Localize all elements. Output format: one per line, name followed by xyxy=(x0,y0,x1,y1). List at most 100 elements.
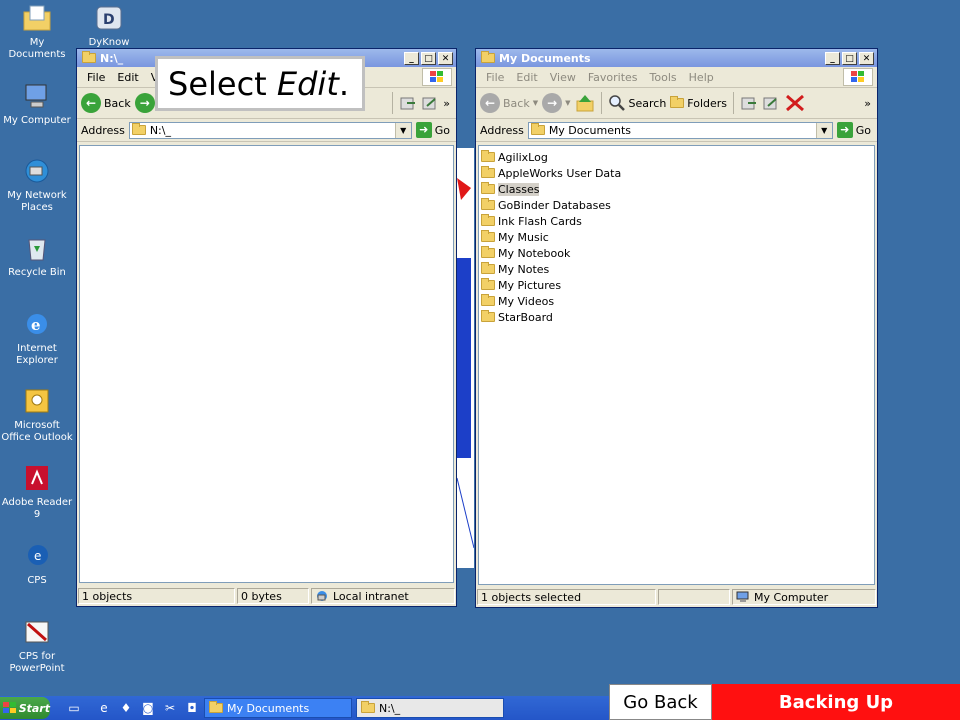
quicklaunch-outlook-icon[interactable]: ◘ xyxy=(184,700,200,716)
folder-icon xyxy=(481,294,495,306)
menu-file[interactable]: File xyxy=(81,71,111,84)
copy-to-button[interactable] xyxy=(421,94,439,112)
menu-edit[interactable]: Edit xyxy=(510,71,543,84)
folder-item[interactable]: Ink Flash Cards xyxy=(479,213,874,229)
folder-icon xyxy=(131,123,146,135)
instruction-callout: Select Edit . xyxy=(155,56,365,111)
menu-edit[interactable]: Edit xyxy=(111,71,144,84)
toolbar-separator xyxy=(733,92,735,114)
menu-help[interactable]: Help xyxy=(683,71,720,84)
file-list-pane[interactable]: AgilixLog AppleWorks User Data Classes G… xyxy=(478,145,875,585)
outlook-icon xyxy=(21,385,53,417)
folder-item[interactable]: My Pictures xyxy=(479,277,874,293)
close-button[interactable]: ✕ xyxy=(859,51,874,65)
folders-icon xyxy=(670,96,685,108)
back-button[interactable]: ← Back xyxy=(81,93,131,113)
move-to-button[interactable] xyxy=(399,94,417,112)
dyknow-icon: D xyxy=(93,2,125,34)
svg-text:e: e xyxy=(34,549,41,563)
go-button[interactable]: ➜ Go xyxy=(836,122,877,138)
minimize-button[interactable]: _ xyxy=(404,51,419,65)
folder-item[interactable]: GoBinder Databases xyxy=(479,197,874,213)
explorer-window-n-drive: N:\_ _ □ ✕ File Edit V ← Back → » Addres… xyxy=(76,48,457,607)
desktop-icon-cps[interactable]: e CPS xyxy=(0,540,74,587)
folders-button[interactable]: Folders xyxy=(670,96,728,110)
task-n-drive[interactable]: N:\_ xyxy=(356,698,504,718)
back-button[interactable]: ← Back ▼ xyxy=(480,93,538,113)
toolbar-separator xyxy=(600,92,602,114)
address-dropdown-icon[interactable]: ▼ xyxy=(394,122,411,138)
folder-icon xyxy=(481,182,495,194)
menu-view[interactable]: View xyxy=(544,71,582,84)
folder-item[interactable]: My Music xyxy=(479,229,874,245)
folder-item[interactable]: AgilixLog xyxy=(479,149,874,165)
go-back-button[interactable]: Go Back xyxy=(609,684,712,720)
title-bar[interactable]: My Documents _ □ ✕ xyxy=(476,49,877,67)
task-my-documents[interactable]: My Documents xyxy=(204,698,352,718)
forward-dropdown-icon[interactable]: ▼ xyxy=(565,99,570,107)
windows-flag-icon xyxy=(3,702,16,713)
quicklaunch-tool-icon[interactable]: ✂ xyxy=(162,700,178,716)
menu-favorites[interactable]: Favorites xyxy=(582,71,644,84)
go-arrow-icon: ➜ xyxy=(836,122,853,138)
search-button[interactable]: Search xyxy=(608,94,666,112)
desktop-icon-my-documents[interactable]: My Documents xyxy=(0,2,74,61)
toolbar-chevron-icon[interactable]: » xyxy=(443,97,456,110)
status-object-count: 1 objects xyxy=(78,588,235,604)
desktop-icon-cps-powerpoint[interactable]: CPS for PowerPoint xyxy=(0,616,74,675)
folder-item[interactable]: My Notes xyxy=(479,261,874,277)
internet-explorer-icon[interactable]: e xyxy=(96,700,112,716)
folder-item[interactable]: AppleWorks User Data xyxy=(479,165,874,181)
file-list-pane[interactable] xyxy=(79,145,454,583)
my-computer-icon xyxy=(21,80,53,112)
folder-item-selected[interactable]: Classes xyxy=(479,181,874,197)
address-value: N:\_ xyxy=(149,123,171,137)
desktop-icon-outlook[interactable]: Microsoft Office Outlook xyxy=(0,385,74,444)
folder-icon xyxy=(481,246,495,258)
desktop-icon-adobe-reader[interactable]: Adobe Reader 9 xyxy=(0,462,74,521)
minimize-button[interactable]: _ xyxy=(825,51,840,65)
move-to-icon[interactable] xyxy=(740,94,758,112)
folder-item[interactable]: My Videos xyxy=(479,293,874,309)
address-input[interactable]: My Documents ▼ xyxy=(527,121,833,139)
desktop-icon-my-computer[interactable]: My Computer xyxy=(0,80,74,127)
start-button[interactable]: Start xyxy=(0,697,50,719)
maximize-button[interactable]: □ xyxy=(842,51,857,65)
forward-button[interactable]: → ▼ xyxy=(542,93,571,113)
folder-icon xyxy=(481,166,495,178)
quicklaunch-app-icon[interactable]: ◙ xyxy=(140,700,156,716)
close-button[interactable]: ✕ xyxy=(438,51,453,65)
folder-item[interactable]: My Notebook xyxy=(479,245,874,261)
recycle-bin-icon xyxy=(21,232,53,264)
forward-arrow-icon: → xyxy=(542,93,563,113)
go-label: Go xyxy=(855,123,871,137)
desktop-icon-internet-explorer[interactable]: e Internet Explorer xyxy=(0,308,74,367)
desktop-icon-label: My Network Places xyxy=(7,190,67,213)
folder-item[interactable]: StarBoard xyxy=(479,309,874,325)
address-input[interactable]: N:\_ ▼ xyxy=(128,121,412,139)
maximize-button[interactable]: □ xyxy=(421,51,436,65)
toolbar-chevron-icon[interactable]: » xyxy=(864,97,871,110)
go-button[interactable]: ➜ Go xyxy=(415,122,456,138)
menu-tools[interactable]: Tools xyxy=(644,71,683,84)
folder-icon xyxy=(481,150,495,162)
desktop-icon-label: My Documents xyxy=(8,37,66,60)
copy-to-icon[interactable] xyxy=(762,94,780,112)
quicklaunch-app-icon[interactable]: ♦ xyxy=(118,700,134,716)
folder-icon xyxy=(481,230,495,242)
desktop-icon-label: CPS for PowerPoint xyxy=(9,651,65,674)
desktop-icon-recycle-bin[interactable]: Recycle Bin xyxy=(0,232,74,279)
folders-label: Folders xyxy=(687,96,728,110)
address-dropdown-icon[interactable]: ▼ xyxy=(815,122,832,138)
back-dropdown-icon[interactable]: ▼ xyxy=(533,99,538,107)
status-zone: Local intranet xyxy=(311,588,455,604)
delete-icon[interactable] xyxy=(784,93,806,113)
desktop-icon-dyknow[interactable]: D DyKnow xyxy=(72,2,146,49)
instruction-prefix: Select xyxy=(168,64,277,103)
up-folder-icon[interactable] xyxy=(575,93,595,113)
back-label: Back xyxy=(503,96,530,110)
menu-file[interactable]: File xyxy=(480,71,510,84)
forward-button[interactable]: → xyxy=(134,93,155,113)
show-desktop-icon[interactable]: ▭ xyxy=(66,700,82,716)
desktop-icon-network-places[interactable]: My Network Places xyxy=(0,155,74,214)
